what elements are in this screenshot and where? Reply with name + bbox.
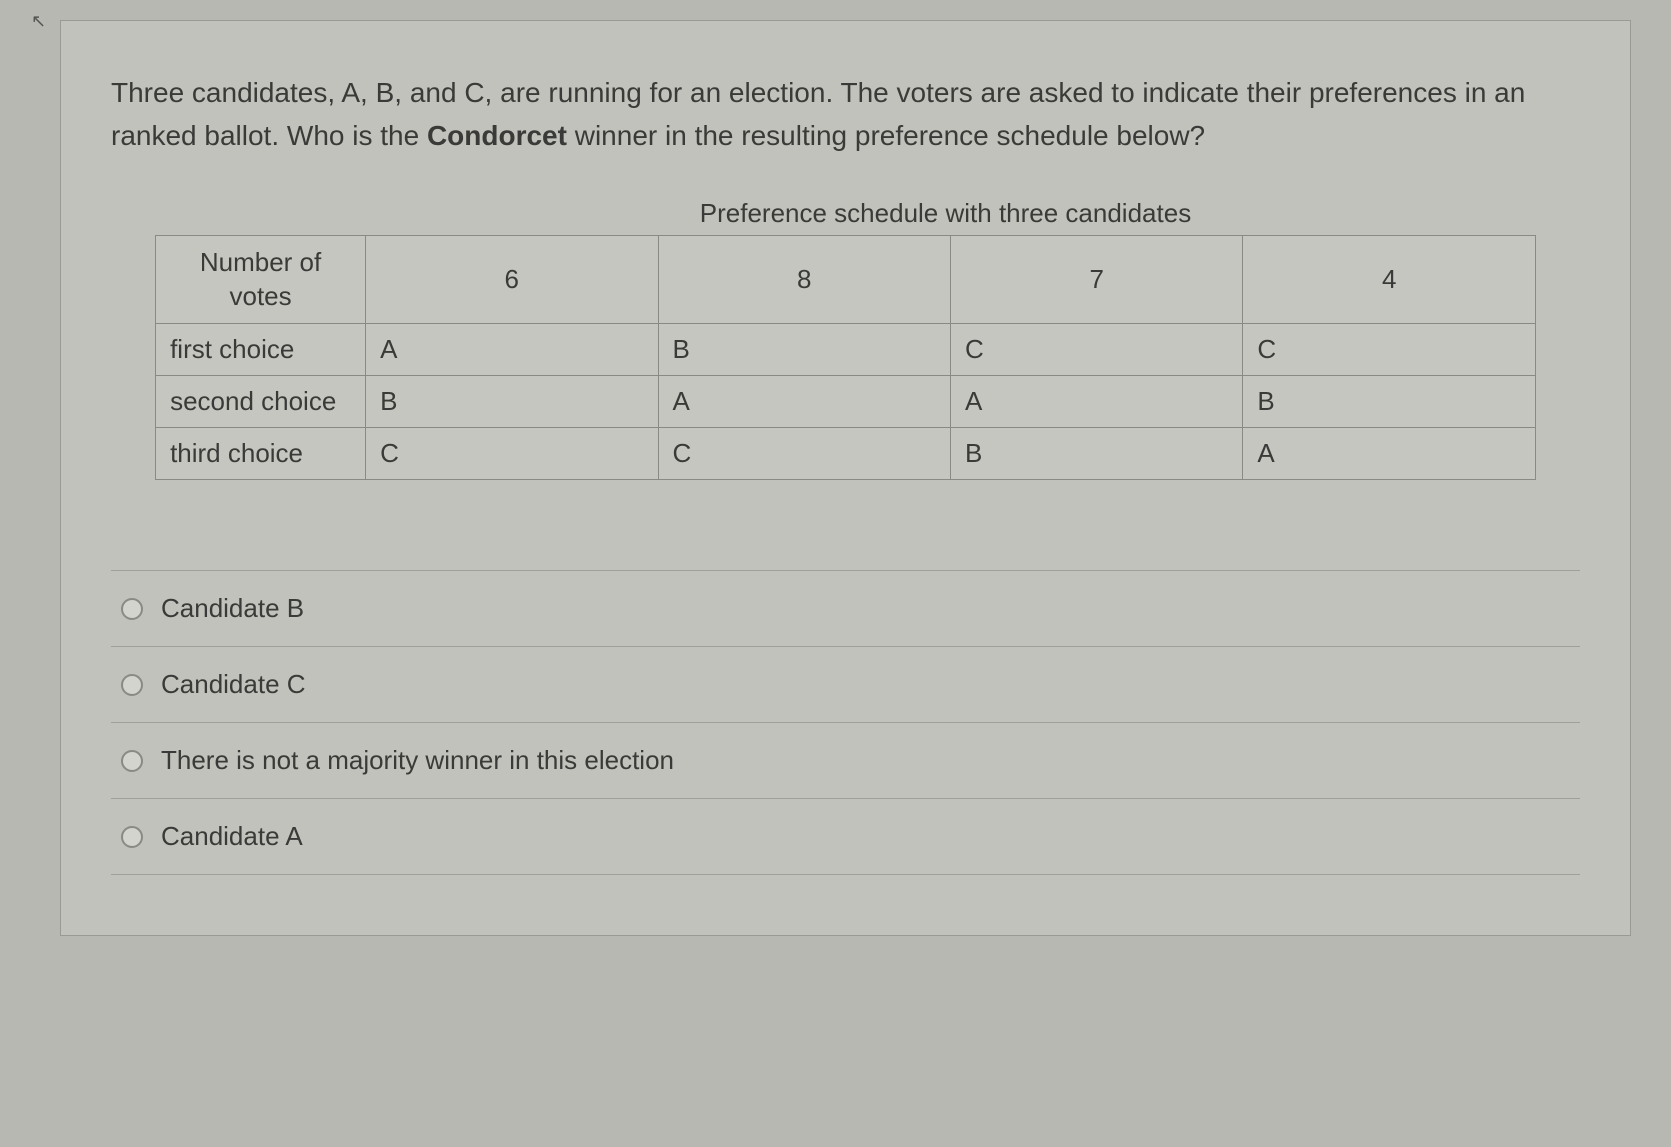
preference-table: Number of votes 6 8 7 4 first choice A B… xyxy=(155,235,1536,481)
table-col-3: 4 xyxy=(1243,235,1536,324)
table-row: second choice B A A B xyxy=(156,376,1536,428)
cursor-icon: ↖ xyxy=(31,11,46,32)
option-candidate-a[interactable]: Candidate A xyxy=(111,798,1580,875)
table-col-1: 8 xyxy=(658,235,950,324)
table-col-0: 6 xyxy=(366,235,658,324)
cell: C xyxy=(366,428,658,480)
radio-icon[interactable] xyxy=(121,826,143,848)
question-text-part2: winner in the resulting preference sched… xyxy=(567,120,1205,151)
radio-icon[interactable] xyxy=(121,674,143,696)
cell: B xyxy=(658,324,950,376)
row-label: third choice xyxy=(156,428,366,480)
cell: A xyxy=(950,376,1242,428)
cell: C xyxy=(658,428,950,480)
cell: B xyxy=(950,428,1242,480)
option-label: Candidate B xyxy=(161,593,304,624)
cell: A xyxy=(366,324,658,376)
option-candidate-c[interactable]: Candidate C xyxy=(111,646,1580,722)
question-text-bold: Condorcet xyxy=(427,120,567,151)
option-label: Candidate C xyxy=(161,669,306,700)
option-no-majority[interactable]: There is not a majority winner in this e… xyxy=(111,722,1580,798)
row-label: first choice xyxy=(156,324,366,376)
table-caption: Preference schedule with three candidate… xyxy=(111,198,1580,229)
cell: B xyxy=(1243,376,1536,428)
option-candidate-b[interactable]: Candidate B xyxy=(111,570,1580,646)
cell: A xyxy=(658,376,950,428)
table-col-2: 7 xyxy=(950,235,1242,324)
option-label: Candidate A xyxy=(161,821,303,852)
question-text: Three candidates, A, B, and C, are runni… xyxy=(111,71,1580,158)
radio-icon[interactable] xyxy=(121,750,143,772)
row-label: second choice xyxy=(156,376,366,428)
cell: B xyxy=(366,376,658,428)
cell: A xyxy=(1243,428,1536,480)
question-card: ↖ Three candidates, A, B, and C, are run… xyxy=(60,20,1631,936)
cell: C xyxy=(1243,324,1536,376)
table-row: third choice C C B A xyxy=(156,428,1536,480)
answer-options: Candidate B Candidate C There is not a m… xyxy=(111,570,1580,875)
table-row: first choice A B C C xyxy=(156,324,1536,376)
radio-icon[interactable] xyxy=(121,598,143,620)
cell: C xyxy=(950,324,1242,376)
table-header-label: Number of votes xyxy=(156,235,366,324)
option-label: There is not a majority winner in this e… xyxy=(161,745,674,776)
